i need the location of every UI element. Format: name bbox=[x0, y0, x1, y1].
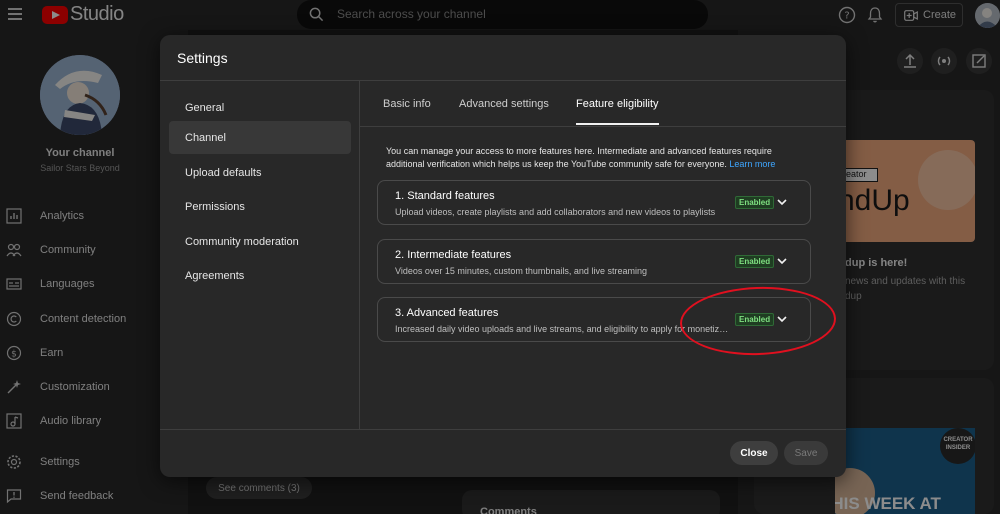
feature-title: 2. Intermediate features bbox=[395, 249, 512, 261]
feature-title: 1. Standard features bbox=[395, 190, 495, 202]
settings-nav-upload-defaults[interactable]: Upload defaults bbox=[169, 156, 351, 189]
settings-nav-community-moderation[interactable]: Community moderation bbox=[169, 225, 351, 258]
status-badge: Enabled bbox=[735, 196, 775, 209]
divider bbox=[160, 429, 846, 430]
tab-basic-info[interactable]: Basic info bbox=[383, 81, 431, 126]
tab-advanced-settings[interactable]: Advanced settings bbox=[459, 81, 549, 126]
description-text: You can manage your access to more featu… bbox=[386, 146, 772, 169]
feature-subtitle: Upload videos, create playlists and add … bbox=[395, 207, 716, 217]
feature-subtitle: Increased daily video uploads and live s… bbox=[395, 324, 733, 334]
feature-intermediate[interactable]: 2. Intermediate features Videos over 15 … bbox=[377, 239, 811, 284]
chevron-down-icon[interactable] bbox=[776, 313, 788, 325]
save-button[interactable]: Save bbox=[784, 441, 828, 465]
feature-advanced[interactable]: 3. Advanced features Increased daily vid… bbox=[377, 297, 811, 342]
feature-standard[interactable]: 1. Standard features Upload videos, crea… bbox=[377, 180, 811, 225]
chevron-down-icon[interactable] bbox=[776, 255, 788, 267]
settings-tabs: Basic info Advanced settings Feature eli… bbox=[360, 81, 846, 126]
settings-nav-agreements[interactable]: Agreements bbox=[169, 259, 351, 292]
tab-feature-eligibility[interactable]: Feature eligibility bbox=[576, 81, 659, 126]
settings-nav: General Channel Upload defaults Permissi… bbox=[160, 81, 360, 429]
dialog-title: Settings bbox=[177, 50, 228, 66]
settings-nav-general[interactable]: General bbox=[169, 91, 351, 124]
settings-nav-channel[interactable]: Channel bbox=[169, 121, 351, 154]
divider bbox=[360, 126, 846, 127]
feature-subtitle: Videos over 15 minutes, custom thumbnail… bbox=[395, 266, 647, 276]
chevron-down-icon[interactable] bbox=[776, 196, 788, 208]
status-badge: Enabled bbox=[735, 313, 775, 326]
close-button[interactable]: Close bbox=[730, 441, 778, 465]
feature-description: You can manage your access to more featu… bbox=[386, 145, 796, 171]
status-badge: Enabled bbox=[735, 255, 775, 268]
learn-more-link[interactable]: Learn more bbox=[729, 159, 775, 169]
settings-dialog: Settings General Channel Upload defaults… bbox=[160, 35, 846, 477]
divider bbox=[359, 81, 360, 429]
feature-title: 3. Advanced features bbox=[395, 307, 499, 319]
settings-nav-permissions[interactable]: Permissions bbox=[169, 190, 351, 223]
